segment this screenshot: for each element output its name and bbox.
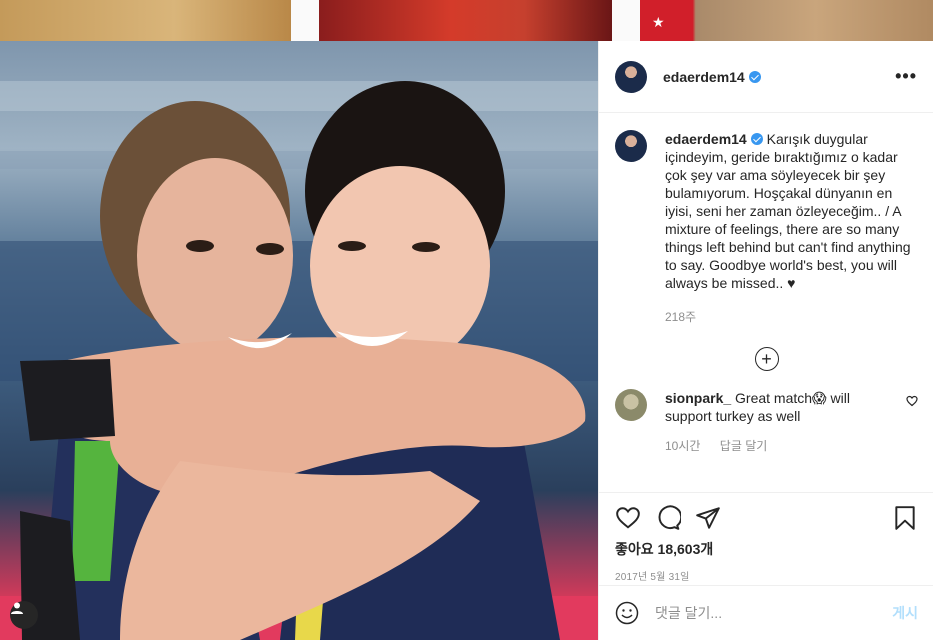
verified-badge-icon <box>748 70 761 83</box>
caption-text: edaerdem14 Karışık duygular içindeyim, g… <box>665 130 915 292</box>
load-more-icon[interactable]: + <box>754 347 779 371</box>
comment-meta: 10시간 답글 달기 <box>665 437 918 454</box>
like-count[interactable]: 좋아요 18,603개 <box>615 539 918 559</box>
post-side-panel: edaerdem14 ••• edaerdem14 Karışık duygul… <box>598 41 933 640</box>
verified-badge-icon <box>750 133 763 145</box>
caption-body: Karışık duygular içindeyim, geride bırak… <box>665 131 911 291</box>
tagged-user-icon[interactable] <box>10 601 38 629</box>
emoji-icon[interactable] <box>615 601 639 625</box>
comment-text: sionpark_ Great match😱 will support turk… <box>665 389 875 425</box>
feed-thumbnail[interactable]: ★ <box>640 0 933 41</box>
post-caption: edaerdem14 Karışık duygular içindeyim, g… <box>615 130 918 292</box>
comment-item: sionpark_ Great match😱 will support turk… <box>615 389 918 425</box>
photo-illustration <box>0 81 598 640</box>
comment-username[interactable]: sionpark_ <box>665 390 731 406</box>
avatar[interactable] <box>615 60 647 93</box>
heart-icon[interactable] <box>615 505 641 531</box>
bookmark-icon[interactable] <box>892 505 918 531</box>
comment-composer: 게시 <box>599 585 933 640</box>
post-comment-button[interactable]: 게시 <box>892 603 918 623</box>
post-modal: edaerdem14 ••• edaerdem14 Karışık duygul… <box>0 41 933 640</box>
avatar[interactable] <box>615 130 647 162</box>
avatar[interactable] <box>615 389 647 421</box>
comments-section: edaerdem14 Karışık duygular içindeyim, g… <box>599 114 933 492</box>
more-options-icon[interactable]: ••• <box>895 66 917 87</box>
post-photo <box>0 41 598 640</box>
post-header: edaerdem14 ••• <box>599 41 933 113</box>
caption-username[interactable]: edaerdem14 <box>665 131 747 147</box>
share-icon[interactable] <box>695 505 721 531</box>
post-actions: 좋아요 18,603개 2017년 5월 31일 <box>599 492 933 583</box>
caption-age: 218주 <box>665 310 697 324</box>
comment-icon[interactable] <box>655 505 681 531</box>
flag-star-icon: ★ <box>652 14 665 30</box>
feed-thumbnail[interactable] <box>319 0 612 41</box>
comment-age: 10시간 <box>665 439 701 453</box>
action-icons <box>615 503 918 533</box>
comment-input[interactable] <box>655 605 875 621</box>
heart-icon[interactable] <box>906 395 918 410</box>
feed-thumbnails-row: ★ <box>0 0 933 41</box>
post-date: 2017년 5월 31일 <box>615 572 690 583</box>
reply-button[interactable]: 답글 달기 <box>720 439 768 453</box>
author-username[interactable]: edaerdem14 <box>663 69 761 85</box>
feed-thumbnail[interactable] <box>0 0 291 41</box>
